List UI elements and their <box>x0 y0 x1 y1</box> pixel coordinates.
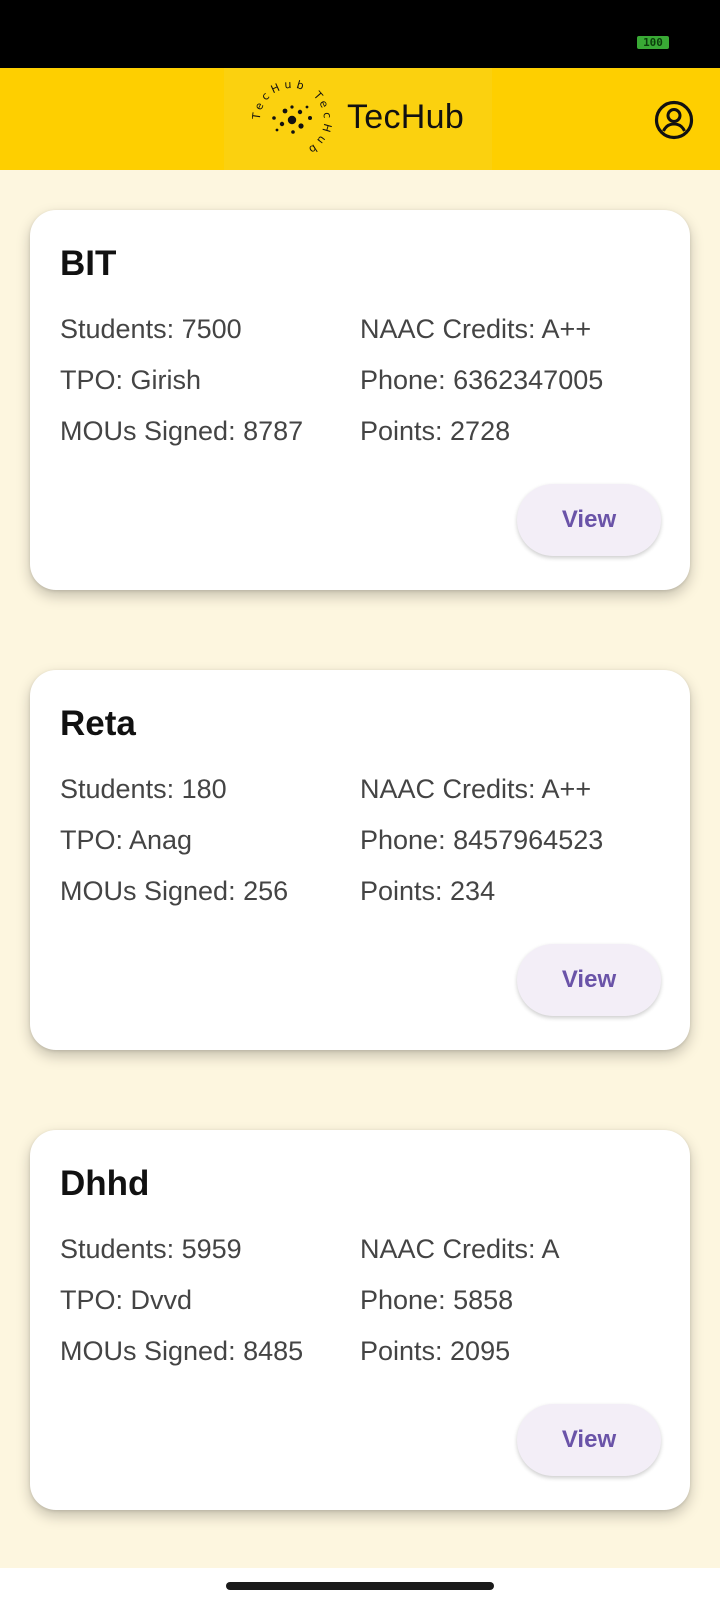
mous-signed: MOUs Signed: 256 <box>60 876 289 906</box>
brand-name: TecHub <box>347 98 465 136</box>
brand[interactable]: TecHub TecHub TecHub <box>224 68 492 170</box>
college-name: Dhhd <box>60 1164 150 1203</box>
points: Points: 2728 <box>360 416 511 446</box>
view-button[interactable]: View <box>517 944 661 1016</box>
account-circle-icon[interactable] <box>652 98 696 142</box>
college-card: Dhhd Students: 5959 TPO: Dvvd MOUs Signe… <box>30 1130 690 1510</box>
phone-number: Phone: 6362347005 <box>360 365 604 395</box>
naac-credits: NAAC Credits: A++ <box>360 774 592 804</box>
points: Points: 2095 <box>360 1336 511 1366</box>
college-name: Reta <box>60 704 136 743</box>
battery-indicator: 100 <box>637 36 669 49</box>
students-count: Students: 7500 <box>60 314 242 344</box>
navigation-bar <box>0 1568 720 1600</box>
app-bar: TecHub TecHub TecHub <box>0 68 720 170</box>
phone-number: Phone: 8457964523 <box>360 825 604 855</box>
students-count: Students: 180 <box>60 774 227 804</box>
screen: 100 TecHub TecHub <box>0 0 720 1600</box>
phone-number: Phone: 5858 <box>360 1285 514 1315</box>
home-indicator[interactable] <box>226 1582 494 1590</box>
college-card: Reta Students: 180 TPO: Anag MOUs Signed… <box>30 670 690 1050</box>
tpo-name: TPO: Dvvd <box>60 1285 193 1315</box>
status-bar: 100 <box>0 0 720 68</box>
mous-signed: MOUs Signed: 8787 <box>60 416 304 446</box>
points: Points: 234 <box>360 876 496 906</box>
students-count: Students: 5959 <box>60 1234 242 1264</box>
college-card: BIT Students: 7500 TPO: Girish MOUs Sign… <box>30 210 690 590</box>
tpo-name: TPO: Girish <box>60 365 202 395</box>
naac-credits: NAAC Credits: A <box>360 1234 560 1264</box>
tpo-name: TPO: Anag <box>60 825 193 855</box>
mous-signed: MOUs Signed: 8485 <box>60 1336 304 1366</box>
view-button[interactable]: View <box>517 1404 661 1476</box>
techub-logo: TecHub TecHub <box>252 80 330 158</box>
view-button[interactable]: View <box>517 484 661 556</box>
college-name: BIT <box>60 244 117 283</box>
naac-credits: NAAC Credits: A++ <box>360 314 592 344</box>
